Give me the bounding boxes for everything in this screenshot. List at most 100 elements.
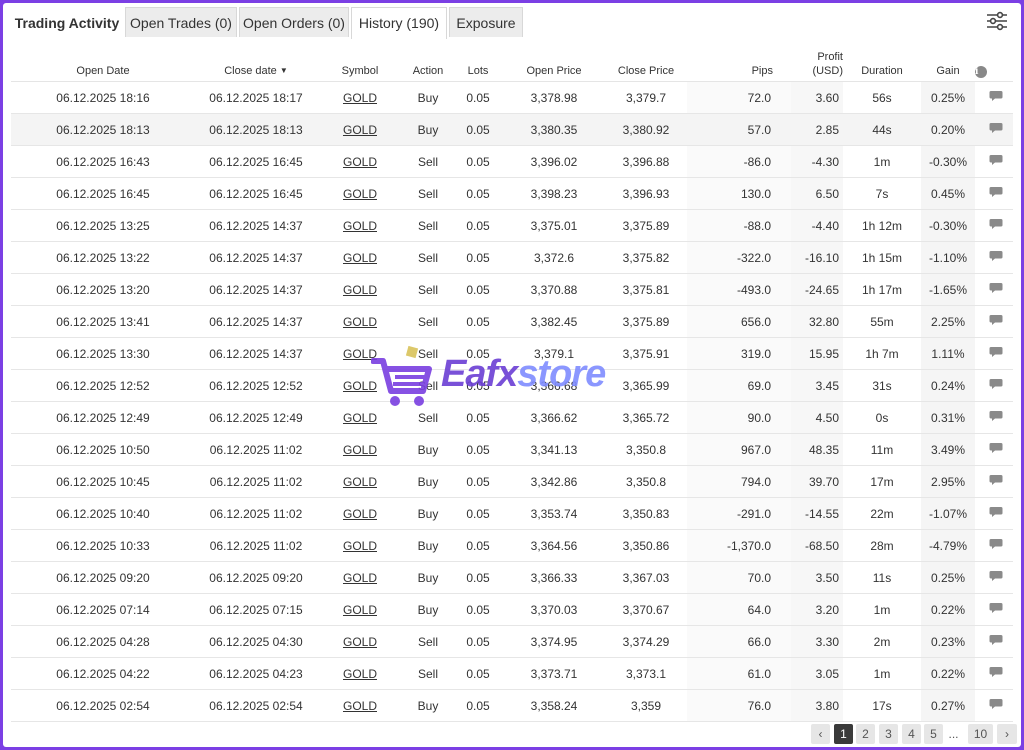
- page-2-button[interactable]: 2: [856, 724, 875, 744]
- comment-icon[interactable]: [989, 90, 1003, 102]
- comment-icon[interactable]: [989, 122, 1003, 134]
- col-pips[interactable]: Pips: [687, 43, 791, 82]
- symbol-link[interactable]: GOLD: [343, 283, 377, 297]
- duration-cell: 55m: [843, 305, 921, 338]
- comment-icon[interactable]: [989, 282, 1003, 294]
- comment-icon[interactable]: [989, 538, 1003, 550]
- open-date-cell: 06.12.2025 13:41: [11, 305, 195, 338]
- action-cell: Buy: [403, 529, 453, 562]
- close-price-cell: 3,350.8: [605, 433, 687, 466]
- comment-icon[interactable]: [989, 378, 1003, 390]
- lots-cell: 0.05: [453, 561, 503, 594]
- symbol-link[interactable]: GOLD: [343, 347, 377, 361]
- gain-cell: 0.24%: [921, 369, 975, 402]
- comment-icon[interactable]: [989, 442, 1003, 454]
- gain-cell: -0.30%: [921, 209, 975, 242]
- comment-icon[interactable]: [989, 474, 1003, 486]
- close-price-cell: 3,367.03: [605, 561, 687, 594]
- comment-icon[interactable]: [989, 218, 1003, 230]
- sliders-icon[interactable]: [985, 9, 1009, 33]
- symbol-link[interactable]: GOLD: [343, 251, 377, 265]
- info-icon[interactable]: i: [975, 66, 987, 78]
- symbol-link[interactable]: GOLD: [343, 155, 377, 169]
- col-duration[interactable]: Duration: [843, 43, 921, 82]
- page-4-button[interactable]: 4: [902, 724, 921, 744]
- lots-cell: 0.05: [453, 337, 503, 370]
- symbol-link[interactable]: GOLD: [343, 411, 377, 425]
- gain-cell: 3.49%: [921, 433, 975, 466]
- comment-icon[interactable]: [989, 314, 1003, 326]
- comment-icon[interactable]: [989, 186, 1003, 198]
- action-cell: Sell: [403, 273, 453, 306]
- col-close-date[interactable]: Close date ▼: [195, 43, 317, 82]
- symbol-link[interactable]: GOLD: [343, 123, 377, 137]
- page-5-button[interactable]: 5: [924, 724, 943, 744]
- col-open-price[interactable]: Open Price: [503, 43, 605, 82]
- gain-cell: 0.31%: [921, 401, 975, 434]
- tab-open-orders[interactable]: Open Orders (0): [239, 7, 349, 37]
- duration-cell: 28m: [843, 529, 921, 562]
- comment-icon[interactable]: [989, 602, 1003, 614]
- open-price-cell: 3,398.23: [503, 177, 605, 210]
- symbol-link[interactable]: GOLD: [343, 539, 377, 553]
- symbol-link[interactable]: GOLD: [343, 475, 377, 489]
- symbol-link[interactable]: GOLD: [343, 315, 377, 329]
- tab-open-trades[interactable]: Open Trades (0): [125, 7, 237, 37]
- lots-cell: 0.05: [453, 145, 503, 178]
- col-info[interactable]: i: [975, 43, 1013, 82]
- close-date-cell: 06.12.2025 14:37: [195, 209, 317, 242]
- comment-icon[interactable]: [989, 698, 1003, 710]
- comment-icon[interactable]: [989, 506, 1003, 518]
- duration-cell: 11s: [843, 561, 921, 594]
- symbol-link[interactable]: GOLD: [343, 443, 377, 457]
- comment-icon[interactable]: [989, 570, 1003, 582]
- tab-history[interactable]: History (190): [351, 7, 447, 39]
- open-date-cell: 06.12.2025 10:45: [11, 465, 195, 498]
- page-10-button[interactable]: 10: [968, 724, 993, 744]
- pagination-next-button[interactable]: ›: [997, 724, 1017, 744]
- tab-trading-activity[interactable]: Trading Activity: [9, 7, 125, 37]
- col-action[interactable]: Action: [403, 43, 453, 82]
- close-price-cell: 3,370.67: [605, 593, 687, 626]
- pips-cell: 76.0: [687, 689, 791, 722]
- action-cell: Buy: [403, 113, 453, 146]
- col-profit[interactable]: Profit (USD): [791, 43, 843, 82]
- open-date-cell: 06.12.2025 10:33: [11, 529, 195, 562]
- page-1-button[interactable]: 1: [834, 724, 853, 744]
- symbol-link[interactable]: GOLD: [343, 667, 377, 681]
- symbol-link[interactable]: GOLD: [343, 187, 377, 201]
- symbol-link[interactable]: GOLD: [343, 571, 377, 585]
- symbol-link[interactable]: GOLD: [343, 699, 377, 713]
- symbol-link[interactable]: GOLD: [343, 219, 377, 233]
- col-lots[interactable]: Lots: [453, 43, 503, 82]
- tab-exposure[interactable]: Exposure: [449, 7, 523, 37]
- col-gain[interactable]: Gain: [921, 43, 975, 82]
- comment-icon[interactable]: [989, 250, 1003, 262]
- close-date-cell: 06.12.2025 18:13: [195, 113, 317, 146]
- lots-cell: 0.05: [453, 305, 503, 338]
- symbol-link[interactable]: GOLD: [343, 635, 377, 649]
- comment-icon[interactable]: [989, 410, 1003, 422]
- symbol-link[interactable]: GOLD: [343, 379, 377, 393]
- lots-cell: 0.05: [453, 625, 503, 658]
- open-date-cell: 06.12.2025 18:13: [11, 113, 195, 146]
- col-symbol[interactable]: Symbol: [317, 43, 403, 82]
- open-price-cell: 3,341.13: [503, 433, 605, 466]
- page-3-button[interactable]: 3: [879, 724, 898, 744]
- symbol-link[interactable]: GOLD: [343, 603, 377, 617]
- comment-icon[interactable]: [989, 154, 1003, 166]
- comment-icon[interactable]: [989, 634, 1003, 646]
- col-open-date[interactable]: Open Date: [11, 43, 195, 82]
- open-date-cell: 06.12.2025 02:54: [11, 689, 195, 722]
- symbol-link[interactable]: GOLD: [343, 91, 377, 105]
- col-close-price[interactable]: Close Price: [605, 43, 687, 82]
- pips-cell: 72.0: [687, 81, 791, 114]
- symbol-cell: GOLD: [317, 177, 403, 210]
- open-price-cell: 3,373.71: [503, 657, 605, 690]
- comment-icon[interactable]: [989, 346, 1003, 358]
- symbol-link[interactable]: GOLD: [343, 507, 377, 521]
- comment-icon[interactable]: [989, 666, 1003, 678]
- pagination-prev-button[interactable]: ‹: [811, 724, 830, 744]
- open-date-cell: 06.12.2025 12:49: [11, 401, 195, 434]
- table-header-row: Open Date Close date ▼ Symbol Action Lot…: [11, 43, 1013, 82]
